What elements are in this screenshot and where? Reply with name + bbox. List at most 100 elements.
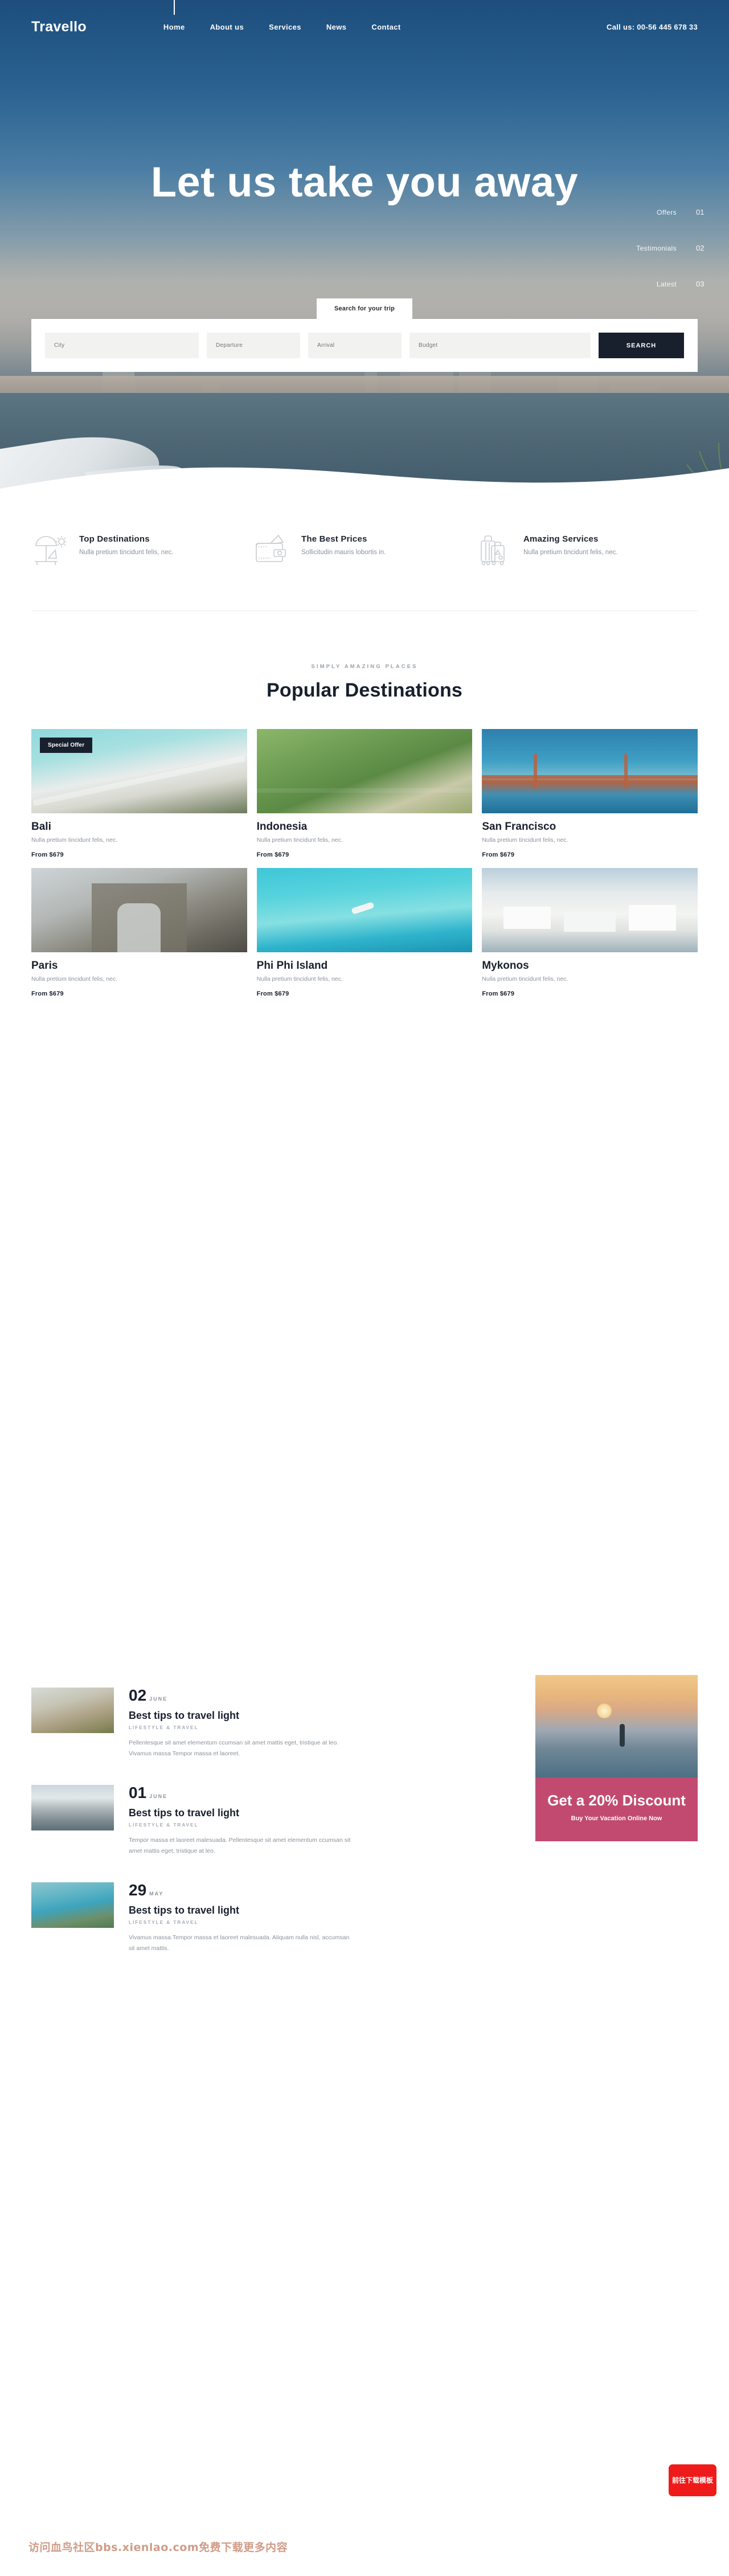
destination-name: Mykonos (482, 960, 529, 972)
search-input-city[interactable] (45, 333, 199, 358)
trip-search-widget: Search for your trip SEARCH (31, 298, 698, 372)
post-excerpt: Pellentesque sit amet elementum ccumsan … (129, 1739, 339, 1758)
list-item[interactable]: 29 MAY Best tips to travel light LIFESTY… (31, 1870, 521, 1967)
sun-decor (597, 1703, 612, 1719)
destination-card-paris[interactable]: Paris Nulla pretium tincidunt felis, nec… (31, 868, 247, 997)
call-us-phone[interactable]: Call us: 00-56 445 678 33 (607, 23, 698, 31)
promo-image (535, 1675, 698, 1778)
section-nav-label: Latest (656, 280, 677, 288)
destination-name: Indonesia (256, 821, 308, 833)
nav-item-about-us[interactable]: About us (210, 19, 244, 35)
destination-card-bali[interactable]: Special Offer Bali Nulla pretium tincidu… (31, 729, 247, 858)
destination-desc: Nulla pretium tincidunt felis, nec. (31, 976, 118, 982)
feature-title: The Best Prices (301, 534, 367, 544)
post-month: JUNE (149, 1696, 168, 1702)
status-badge: Special Offer (40, 738, 93, 753)
post-date: 02 JUNE (129, 1688, 521, 1703)
nav-item-news[interactable]: News (326, 19, 347, 35)
destinations-grid: Special Offer Bali Nulla pretium tincidu… (31, 729, 698, 997)
search-input-departure[interactable] (207, 333, 300, 358)
destination-price: From $679 (31, 990, 64, 997)
page-root: Travello Home About us Services News Con… (0, 0, 729, 2576)
destination-price: From $679 (482, 990, 515, 997)
post-category: LIFESTYLE & TRAVEL (129, 1725, 199, 1730)
destination-price: From $679 (256, 851, 289, 858)
destination-thumbnail (256, 729, 473, 813)
feature-text: Sollicitudin mauris lobortis in. (301, 549, 386, 556)
destination-desc: Nulla pretium tincidunt felis, nec. (256, 837, 343, 843)
destination-name: Bali (31, 821, 51, 833)
wallet-icon (253, 534, 289, 566)
discount-promo-card[interactable]: Get a 20% Discount Buy Your Vacation Onl… (535, 1675, 698, 1842)
top-navigation-bar: Travello Home About us Services News Con… (0, 0, 729, 54)
feature-title: Amazing Services (523, 534, 599, 544)
section-nav-item-offers[interactable]: Offers 01 (636, 208, 708, 216)
destination-desc: Nulla pretium tincidunt felis, nec. (482, 837, 568, 843)
nav-item-contact[interactable]: Contact (371, 19, 400, 35)
search-button[interactable]: SEARCH (599, 333, 684, 358)
destination-thumbnail (31, 868, 247, 952)
main-menu: Home About us Services News Contact (163, 19, 401, 35)
post-thumbnail (31, 1688, 114, 1733)
hero-bottom-curve (0, 467, 729, 501)
section-nav-item-latest[interactable]: Latest 03 (636, 280, 708, 288)
section-eyebrow: SIMPLY AMAZING PLACES (311, 664, 418, 670)
post-month: JUNE (149, 1793, 168, 1799)
search-tab-label[interactable]: Search for your trip (317, 298, 412, 319)
luggage-icon (476, 534, 511, 566)
post-day: 02 (129, 1686, 147, 1704)
section-nav-label: Offers (657, 208, 677, 216)
post-title[interactable]: Best tips to travel light (129, 1905, 521, 1916)
destination-thumbnail (482, 729, 698, 813)
post-date: 29 MAY (129, 1882, 521, 1898)
destination-desc: Nulla pretium tincidunt felis, nec. (256, 976, 343, 982)
nav-item-services[interactable]: Services (269, 19, 301, 35)
hero-headline: Let us take you away (150, 158, 579, 206)
search-input-arrival[interactable] (308, 333, 402, 358)
post-category: LIFESTYLE & TRAVEL (129, 1919, 199, 1925)
post-thumbnail (31, 1882, 114, 1928)
list-item[interactable]: 01 JUNE Best tips to travel light LIFEST… (31, 1772, 521, 1870)
destination-desc: Nulla pretium tincidunt felis, nec. (31, 837, 118, 843)
feature-best-prices: The Best Prices Sollicitudin mauris lobo… (253, 534, 476, 566)
promo-content: Get a 20% Discount Buy Your Vacation Onl… (535, 1778, 698, 1842)
download-template-button[interactable]: 前往下载模板 (669, 2464, 716, 2496)
destination-thumbnail: Special Offer (31, 729, 247, 813)
features-section: Top Destinations Nulla pretium tincidunt… (0, 501, 729, 566)
popular-destinations-section: SIMPLY AMAZING PLACES Popular Destinatio… (0, 611, 729, 997)
destination-card-san-francisco[interactable]: San Francisco Nulla pretium tincidunt fe… (482, 729, 698, 858)
promo-subline: Buy Your Vacation Online Now (571, 1815, 662, 1823)
destination-price: From $679 (256, 990, 289, 997)
brand-logo[interactable]: Travello (31, 19, 87, 35)
search-panel: SEARCH (31, 319, 698, 372)
section-nav-number: 03 (696, 280, 705, 288)
section-nav-number: 01 (696, 208, 705, 216)
post-excerpt: Tempor massa et laoreet malesuada. Pelle… (129, 1836, 351, 1855)
post-category: LIFESTYLE & TRAVEL (129, 1821, 199, 1828)
section-nav-number: 02 (696, 244, 705, 252)
feature-amazing-services: Amazing Services Nulla pretium tincidunt… (476, 534, 698, 566)
nav-item-home[interactable]: Home (163, 19, 185, 35)
destination-card-phi-phi-island[interactable]: Phi Phi Island Nulla pretium tincidunt f… (256, 868, 473, 997)
destination-thumbnail (256, 868, 473, 952)
post-title[interactable]: Best tips to travel light (129, 1807, 521, 1819)
feature-title: Top Destinations (79, 534, 150, 544)
section-nav-item-testimonials[interactable]: Testimonials 02 (636, 244, 708, 252)
destination-card-indonesia[interactable]: Indonesia Nulla pretium tincidunt felis,… (256, 729, 473, 858)
destination-price: From $679 (482, 851, 515, 858)
feature-text: Nulla pretium tincidunt felis, nec. (523, 549, 618, 556)
post-title[interactable]: Best tips to travel light (129, 1710, 521, 1722)
destination-thumbnail (482, 868, 698, 952)
post-excerpt: Vivamus massa.Tempor massa et laoreet ma… (129, 1934, 350, 1952)
page-title: Popular Destinations (266, 679, 463, 701)
site-watermark: 访问血鸟社区bbs.xienlao.com免费下载更多内容 (28, 2541, 288, 2554)
list-item[interactable]: 02 JUNE Best tips to travel light LIFEST… (31, 1675, 521, 1772)
beach-umbrella-icon (31, 534, 67, 566)
destination-desc: Nulla pretium tincidunt felis, nec. (482, 976, 568, 982)
post-thumbnail (31, 1784, 114, 1830)
destination-name: Phi Phi Island (256, 960, 328, 972)
destination-card-mykonos[interactable]: Mykonos Nulla pretium tincidunt felis, n… (482, 868, 698, 997)
post-day: 01 (129, 1783, 147, 1801)
search-input-budget[interactable] (409, 333, 591, 358)
hero-section: Travello Home About us Services News Con… (0, 0, 729, 501)
